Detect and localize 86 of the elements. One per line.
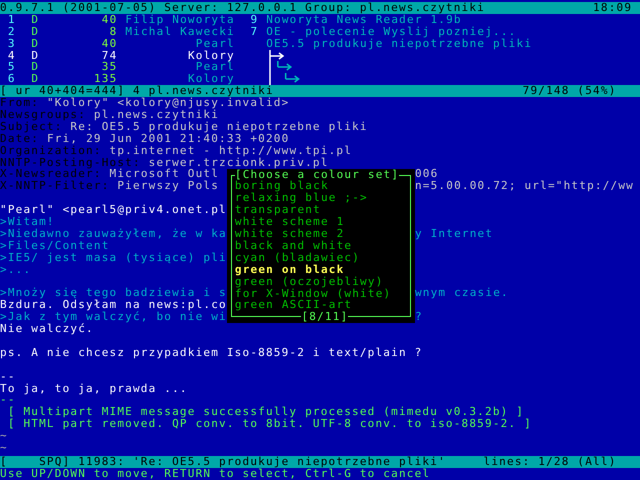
message-line: wnym czasie. — [414, 287, 510, 300]
line-count: 8 — [108, 26, 118, 38]
article-number: 5 — [6, 61, 16, 74]
article-number: 1 — [6, 14, 16, 26]
header-line: X-Newsreader: Microsoft Outl — [0, 168, 220, 180]
menu-item[interactable]: white scheme 2 — [234, 228, 415, 240]
menu-item[interactable]: boring black — [234, 180, 415, 192]
flag-label: D — [30, 38, 40, 50]
reply-count: 7 — [250, 26, 260, 38]
article-row[interactable]: 1 D 40 Filip Noworyta 9 Noworyta News Reader 1.9b — [0, 14, 640, 26]
menu-title: [Choose a colour set] — [234, 168, 400, 180]
pager-status: [ SPQ] 11983: 'Re: OE5.5 produkuje niepotrzebne pliki' — [0, 456, 446, 468]
line-position: lines: 1/28 (All) — [484, 456, 617, 468]
message-line: >Witam! — [0, 215, 55, 228]
article-author: Michal Kawecki — [124, 26, 235, 38]
header-line: NNTP-Posting-Host: serwer.trzcionk.priv.pl — [0, 156, 329, 169]
message-line: >... — [0, 262, 32, 276]
reply-count: 9 — [250, 14, 260, 26]
line-count: 35 — [100, 61, 118, 74]
article-subject: OE - polecenie Wyslij pozniej... — [266, 26, 518, 38]
article-subject: OE5.5 produkuje niepotrzebne pliki — [266, 38, 534, 50]
message-line: [ Multipart MIME message successfully processed (mimedu v0.3.2b) ] — [6, 405, 524, 418]
message-line: -- — [0, 370, 16, 383]
article-number: 6 — [6, 73, 16, 86]
group-status: [ ur 40+404=444] 4 pl.news.czytniki — [0, 85, 274, 98]
header-line: Organization: tp.internet - http://www.tpi.pl — [0, 144, 352, 157]
line-count: 40 — [100, 38, 118, 50]
message-line: >Jak z tym walczyć, bo nie wi — [0, 311, 228, 324]
line-count: 40 — [100, 14, 118, 26]
line-count: 135 — [92, 73, 118, 86]
header-line: Subject: Re: OE5.5 produkuje niepotrzebne pliki — [0, 120, 368, 133]
header-line: X-NNTP-Filter: Pierwszy Pols — [0, 180, 220, 192]
article-row[interactable]: 5 D 35 Pearl — [0, 61, 640, 74]
flag-label: D — [30, 73, 40, 86]
header-line: Date: Fri, 29 Jun 2001 21:40:33 +0200 — [0, 132, 290, 145]
empty-line-marker: ~ — [0, 429, 8, 442]
message-line: >Mnoży się tego badziewia i s — [0, 287, 228, 300]
header-line: From: "Kolory" <kolory@njusy.invalid> — [0, 96, 290, 110]
article-author: Pearl — [194, 38, 235, 50]
article-author: Pearl — [196, 61, 235, 74]
message-line: y Internet — [414, 228, 494, 240]
line-count: 74 — [100, 50, 118, 62]
menu-item[interactable]: white scheme 1 — [234, 216, 415, 228]
message-line: ps. A nie chcesz przypadkiem Iso-8859-2 i text/plain ? — [0, 346, 422, 359]
menu-position: [8/11] — [301, 311, 348, 324]
message-line: "Pearl" <pearl5@priv4.onet.pl — [0, 203, 227, 216]
flag-label: D — [30, 14, 40, 26]
top-bar-title: 0.9.7.1 (2001-07-05) Server: 127.0.0.1 Group: pl.news.czytniki — [0, 2, 485, 14]
menu-item[interactable]: relaxing blue ;-> — [234, 192, 415, 204]
menu-item[interactable]: black and white — [234, 240, 415, 252]
message-line: >Files/Content — [0, 238, 110, 252]
header-line: Newsgroups: pl.news.czytniki — [0, 108, 220, 122]
menu-item[interactable]: cyan (bladawiec) — [234, 252, 415, 264]
article-author: Kolory — [186, 50, 235, 62]
help-line: Use UP/DOWN to move, RETURN to select, Ctrl-G to cancel — [0, 468, 430, 480]
message-line: To ja, to ja, prawda ... — [0, 382, 188, 394]
empty-line-marker: ~ — [0, 440, 8, 454]
header-value: 006 — [414, 168, 440, 180]
article-subject: Noworyta News Reader 1.9b — [266, 14, 462, 26]
menu-item[interactable]: green ASCII-art — [234, 299, 415, 312]
article-row[interactable]: 6 D 135 Kolory — [0, 73, 640, 86]
flag-label: D — [30, 61, 40, 74]
flag-label: D — [30, 50, 40, 62]
article-author: Kolory — [186, 73, 235, 86]
article-author: Filip Noworyta — [124, 14, 235, 26]
article-row[interactable]: 2 D 8 Michal Kawecki 7 OE - polecenie Wyslij pozniej... — [0, 26, 640, 38]
header-value: n=5.00.00.72; url="http://ww — [414, 180, 636, 192]
menu-item[interactable]: green (oczojebliwy) — [234, 276, 415, 288]
message-line: Nie walczyć. — [0, 322, 94, 336]
message-line: >IE5/ jest masa (tysiące) pli — [0, 250, 227, 264]
message-line: [ HTML part removed. QP conv. to 8bit. UTF-8 conv. to iso-8859-2. ] — [6, 417, 532, 430]
clock: 18:09 — [593, 2, 632, 14]
article-number: 2 — [6, 26, 16, 38]
article-number: 4 — [6, 50, 16, 62]
message-line: >Niedawno zauważyłem, że w ka — [0, 228, 228, 240]
article-row[interactable]: 4 D 74 Kolory — [0, 50, 640, 62]
menu-item[interactable]: transparent — [234, 204, 415, 216]
message-line: -- — [0, 393, 16, 406]
article-position: 79/148 (54%) — [522, 85, 617, 98]
article-row[interactable]: 3 D 40 Pearl OE5.5 produkuje niepotrzebne pliki — [0, 38, 640, 50]
message-line: Bzdura. Odsyłam na news:pl.co — [0, 298, 227, 312]
flag-label: D — [30, 26, 40, 38]
message-line: ? — [414, 311, 424, 324]
menu-item[interactable]: green on black — [234, 264, 415, 276]
menu-item[interactable]: for X-Window (white) — [234, 288, 415, 300]
article-number: 3 — [6, 38, 16, 50]
